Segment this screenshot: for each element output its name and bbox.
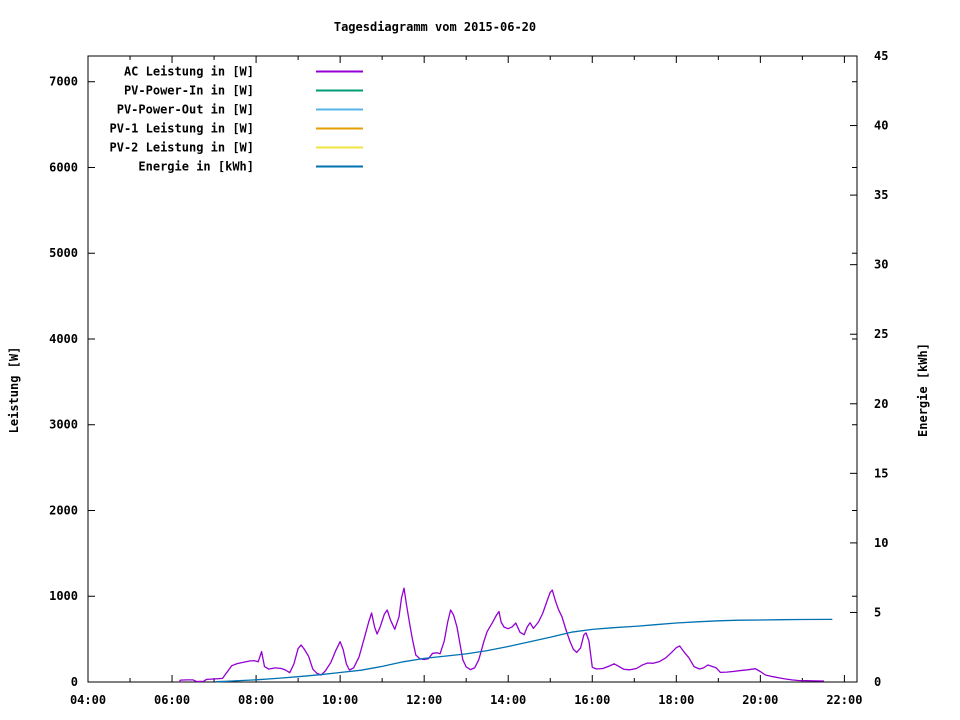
- y-left-tick-label: 5000: [49, 246, 78, 260]
- y-right-tick-label: 15: [874, 466, 888, 480]
- x-tick-label: 18:00: [658, 693, 694, 707]
- x-tick-label: 22:00: [826, 693, 862, 707]
- y-right-tick-label: 40: [874, 119, 888, 133]
- plot-area: 04:00 06:00 08:00 10:00 12:00 14:00 16:00 18:00…: [49, 49, 888, 707]
- chart-canvas: Tagesdiagramm vom 2015-06-20 Leistung [W…: [0, 0, 960, 720]
- y-left-tick-label: 4000: [49, 332, 78, 346]
- x-tick-label: 04:00: [70, 693, 106, 707]
- x-tick-label: 20:00: [742, 693, 778, 707]
- legend-label-2: PV-Power-Out in [W]: [117, 103, 254, 117]
- y-left-tick-label: 1000: [49, 589, 78, 603]
- x-tick-label: 14:00: [490, 693, 526, 707]
- y-right-tick-label: 25: [874, 327, 888, 341]
- y-right-tick-label: 10: [874, 536, 888, 550]
- x-tick-label: 12:00: [406, 693, 442, 707]
- legend-label-0: AC Leistung in [W]: [124, 65, 254, 79]
- y-right-tick-label: 0: [874, 675, 881, 689]
- series-line-5: [215, 618, 833, 683]
- y-right-tick-label: 35: [874, 188, 888, 202]
- x-tick-label: 10:00: [322, 693, 358, 707]
- x-tick-label: 08:00: [238, 693, 274, 707]
- series-line-0: [178, 587, 825, 683]
- y-right-tick-label: 5: [874, 605, 881, 619]
- legend-label-3: PV-1 Leistung in [W]: [110, 122, 255, 136]
- y-right-tick-label: 20: [874, 397, 888, 411]
- y-left-tick-label: 0: [71, 675, 78, 689]
- x-tick-label: 16:00: [574, 693, 610, 707]
- y-right-tick-label: 30: [874, 258, 888, 272]
- legend-label-1: PV-Power-In in [W]: [124, 84, 254, 98]
- y-left-tick-label: 2000: [49, 503, 78, 517]
- legend-label-4: PV-2 Leistung in [W]: [110, 141, 255, 155]
- x-tick-label: 06:00: [154, 693, 190, 707]
- y-left-tick-label: 3000: [49, 418, 78, 432]
- y-left-tick-label: 7000: [49, 75, 78, 89]
- legend-label-5: Energie in [kWh]: [138, 160, 254, 174]
- y-left-tick-label: 6000: [49, 160, 78, 174]
- y-right-tick-label: 45: [874, 49, 888, 63]
